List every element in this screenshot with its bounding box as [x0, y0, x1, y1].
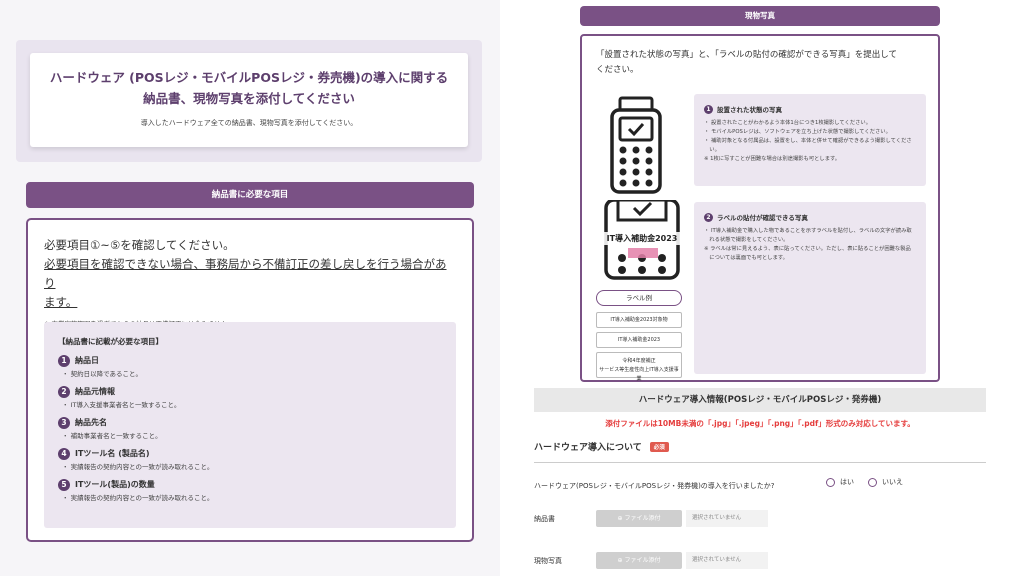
info-line: ・ IT導入補助金で購入した物であることを示すラベルを貼付し、ラベルの文字が読み… — [704, 228, 912, 234]
payment-terminal-icon — [610, 96, 662, 194]
intro-title-line1: ハードウェア (POSレジ・モバイルPOSレジ・券売機)の導入に関する — [49, 70, 449, 85]
info-line: ・ 設置されたことがわかるよう本体1台につき1枚撮影してください。 — [704, 120, 872, 126]
hardware-info-header: ハードウェア導入情報(POSレジ・モバイルPOSレジ・発券機) — [534, 388, 986, 412]
info-line: ・ 補助対象となる付属品は、設置をし、本体と併せて確認ができるよう撮影してくださ — [704, 138, 912, 144]
hardware-radio-group: はい いいえ — [826, 477, 917, 487]
number-badge-icon: 2 — [704, 212, 713, 222]
number-badge-icon: 1 — [704, 104, 713, 114]
info-card-label-photo: 2 ラベルの貼付が確認できる写真 ・ IT導入補助金で購入した物であることを示すラ… — [694, 202, 926, 374]
right-panel: 現物写真 「設置された状態の写真」と、「ラベルの貼付の確認ができる写真」を提出し… — [500, 0, 1024, 576]
attachment-format-note: 添付ファイルは10MB未満の「.jpg」「.jpeg」「.png」「.pdf」形… — [605, 419, 915, 428]
requirements-box: 必要項目①~⑤を確認してください。 必要項目を確認できない場合、事務局から不備訂… — [26, 218, 474, 542]
hardware-question: ハードウェア(POSレジ・モバイルPOSレジ・発券機)の導入を行いましたか? — [534, 482, 775, 490]
item-desc: ・ 補助事業者名と一致すること。 — [62, 432, 162, 440]
about-title: ハードウェア導入について — [534, 443, 642, 453]
item-title: 納品先名 — [75, 418, 107, 427]
item-title: ITツール(製品)の数量 — [75, 480, 155, 489]
item-desc: ・ 実績報告の契約内容との一致が読み取れること。 — [62, 494, 214, 502]
page: ハードウェア (POSレジ・モバイルPOSレジ・券売機)の導入に関する 納品書、… — [0, 0, 1024, 576]
left-panel: ハードウェア (POSレジ・モバイルPOSレジ・券売機)の導入に関する 納品書、… — [0, 0, 500, 576]
required-items-list: 【納品書に記載が必要な項目】 1 納品日 ・ 契約日以降であること。 2 納品元情報… — [44, 322, 456, 528]
requirements-warning-line1: 必要項目を確認できない場合、事務局から不備訂正の差し戻しを行う場合があり — [44, 257, 447, 290]
sample-sticker-label: IT導入補助金2023 — [600, 232, 684, 245]
info-line: い。 — [704, 147, 720, 153]
item-title: 納品日 — [75, 356, 99, 365]
label-sample-2: IT導入補助金2023 — [596, 332, 682, 348]
info-card-installed-photo: 1 設置された状態の写真 ・ 設置されたことがわかるよう本体1台につき1枚撮影して… — [694, 94, 926, 186]
list-item: 1 納品日 ・ 契約日以降であること。 — [58, 353, 442, 380]
label-sample-3-line1: 令和4年度補正 — [622, 358, 656, 364]
item-title: ITツール名 (製品名) — [75, 449, 150, 458]
photo-heading-line2: ください。 — [596, 65, 639, 75]
attach-file-button-label: ファイル添付 — [624, 557, 661, 564]
file-row-delivery-note: 納品書 ⊕ ファイル添付 選択されていません — [534, 510, 768, 527]
section-bar-delivery-note: 納品書に必要な項目 — [26, 182, 474, 208]
label-sample-1: IT導入補助金2023対象物 — [596, 312, 682, 328]
item-title: 納品元情報 — [75, 387, 115, 396]
number-badge-icon: 4 — [58, 447, 70, 460]
number-badge-icon: 5 — [58, 478, 70, 491]
items-heading: 【納品書に記載が必要な項目】 — [58, 337, 163, 346]
info-card-title: ラベルの貼付が確認できる写真 — [717, 214, 808, 222]
number-badge-icon: 1 — [58, 354, 70, 367]
radio-circle-icon[interactable] — [868, 477, 877, 487]
info-card-title: 設置された状態の写真 — [717, 106, 782, 114]
required-badge: 必須 — [649, 441, 669, 452]
item-desc: ・ 実績報告の契約内容との一致が読み取れること。 — [62, 463, 214, 471]
intro-subtitle: 導入したハードウェア全ての納品書、現物写真を添付してください。 — [140, 119, 358, 127]
number-badge-icon: 2 — [58, 385, 70, 398]
list-item: 5 ITツール(製品)の数量 ・ 実績報告の契約内容との一致が読み取れること。 — [58, 477, 442, 504]
list-item: 4 ITツール名 (製品名) ・ 実績報告の契約内容との一致が読み取れること。 — [58, 446, 442, 473]
photo-heading: 「設置された状態の写真」と、「ラベルの貼付の確認ができる写真」を提出して くださ… — [596, 48, 926, 78]
attach-file-button-label: ファイル添付 — [624, 515, 661, 522]
photo-requirements-box: 「設置された状態の写真」と、「ラベルの貼付の確認ができる写真」を提出して くださ… — [580, 34, 940, 382]
label-example-title: ラベル例 — [596, 290, 682, 306]
file-label: 納品書 — [534, 514, 555, 523]
requirements-warning-line2: ます。 — [44, 295, 78, 309]
list-item: 2 納品元情報 ・ IT導入支援事業者名と一致すること。 — [58, 384, 442, 411]
attach-file-button[interactable]: ⊕ ファイル添付 — [596, 552, 682, 569]
number-badge-icon: 3 — [58, 416, 70, 429]
file-row-photo: 現物写真 ⊕ ファイル添付 選択されていません — [534, 552, 768, 569]
file-status: 選択されていません — [686, 510, 768, 527]
intro-card: ハードウェア (POSレジ・モバイルPOSレジ・券売機)の導入に関する 納品書、… — [30, 53, 468, 147]
item-desc: ・ 契約日以降であること。 — [62, 370, 143, 378]
info-line: ※ ラベルは常に見えるよう、表に貼ってください。ただし、表に貼ることが困難な製品 — [704, 246, 911, 252]
photo-heading-line1: 「設置された状態の写真」と、「ラベルの貼付の確認ができる写真」を提出して — [596, 50, 897, 60]
divider — [534, 462, 986, 463]
intro-title-line2: 納品書、現物写真を添付してください — [143, 91, 355, 106]
intro-section: ハードウェア (POSレジ・モバイルPOSレジ・券売機)の導入に関する 納品書、… — [16, 40, 482, 162]
info-line: れる状態で撮影をしてください。 — [704, 237, 789, 243]
info-line: ・ モバイルPOSレジは、ソフトウェアを立ち上げた状態で撮影してください。 — [704, 129, 891, 135]
attach-file-button[interactable]: ⊕ ファイル添付 — [596, 510, 682, 527]
info-line: ※ 1枚に写すことが困難な場合は別途撮影も可とします。 — [704, 156, 841, 162]
radio-yes[interactable]: はい — [826, 477, 854, 487]
list-item: 3 納品先名 ・ 補助事業者名と一致すること。 — [58, 415, 442, 442]
radio-no[interactable]: いいえ — [868, 477, 903, 487]
label-sample-3-line2: サービス等生産性向上IT導入支援事業 — [599, 367, 679, 382]
radio-yes-label: はい — [840, 478, 854, 486]
radio-circle-icon[interactable] — [826, 477, 835, 487]
file-label: 現物写真 — [534, 556, 562, 565]
radio-no-label: いいえ — [882, 478, 903, 486]
item-desc: ・ IT導入支援事業者名と一致すること。 — [62, 401, 181, 409]
section-bar-photo: 現物写真 — [580, 6, 940, 26]
hardware-about-heading: ハードウェア導入について 必須 — [534, 440, 669, 453]
file-status: 選択されていません — [686, 552, 768, 569]
info-line: については裏面でも可とします。 — [704, 255, 788, 261]
requirements-heading: 必要項目①~⑤を確認してください。 — [44, 238, 235, 252]
label-sample-3: 令和4年度補正 サービス等生産性向上IT導入支援事業 — [596, 352, 682, 382]
